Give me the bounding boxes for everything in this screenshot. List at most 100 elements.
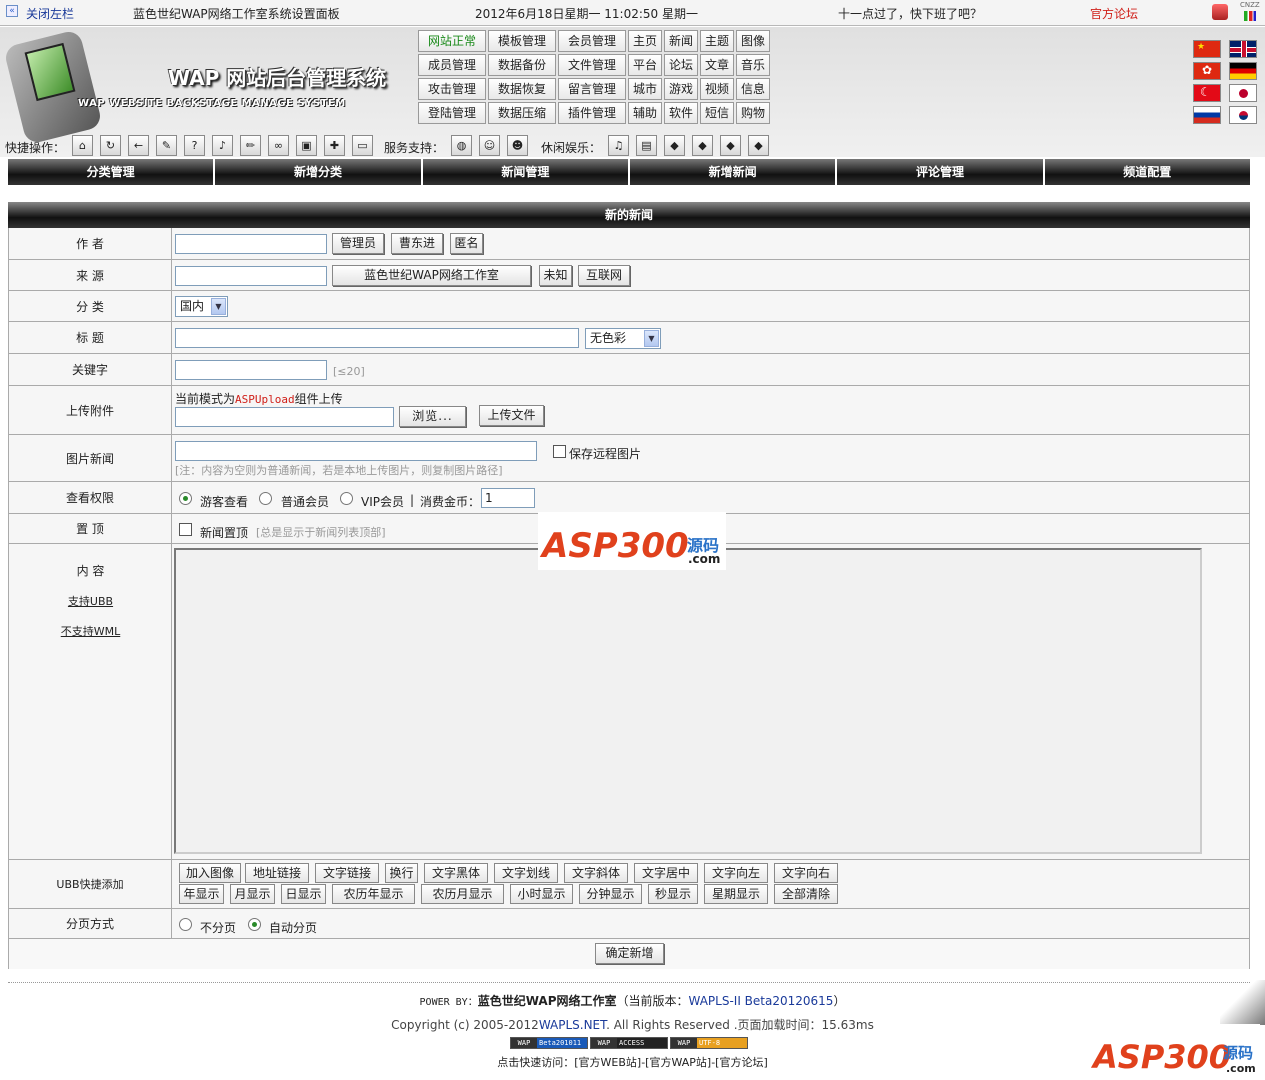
source-studio-button[interactable]: 蓝色世纪WAP网络工作室 <box>332 265 531 286</box>
flag-jp-icon[interactable] <box>1229 84 1257 102</box>
game2-icon[interactable]: ◆ <box>692 135 713 156</box>
menu-item[interactable]: 城市 <box>628 78 662 100</box>
tab-item[interactable]: 分类管理 <box>8 159 214 185</box>
category-select[interactable]: 国内 ▼ <box>175 296 228 317</box>
menu-item[interactable]: 信息 <box>736 78 770 100</box>
user2-icon[interactable]: ☻ <box>507 135 528 156</box>
ubb-button[interactable]: 地址链接 <box>245 863 309 883</box>
menu-item[interactable]: 插件管理 <box>558 102 626 124</box>
tab-item[interactable]: 频道配置 <box>1044 159 1250 185</box>
menu-item[interactable]: 模板管理 <box>488 30 556 52</box>
author-anon-button[interactable]: 匿名 <box>450 233 483 254</box>
menu-item[interactable]: 主页 <box>628 30 662 52</box>
menu-item[interactable]: 登陆管理 <box>418 102 486 124</box>
ubb-button[interactable]: 全部清除 <box>774 884 838 904</box>
collapse-icon[interactable]: « <box>6 5 18 17</box>
submit-button[interactable]: 确定新增 <box>595 943 664 964</box>
keywords-input[interactable] <box>175 360 327 380</box>
menu-item[interactable]: 留言管理 <box>558 78 626 100</box>
ubb-button[interactable]: 文字向右 <box>774 863 838 883</box>
source-unknown-button[interactable]: 未知 <box>539 265 572 286</box>
author-name-button[interactable]: 曹东进 <box>391 233 443 254</box>
menu-item[interactable]: 文件管理 <box>558 54 626 76</box>
menu-item[interactable]: 论坛 <box>664 54 698 76</box>
menu-item[interactable]: 平台 <box>628 54 662 76</box>
home-icon[interactable]: ⌂ <box>72 135 93 156</box>
close-left-link[interactable]: 关闭左栏 <box>26 5 74 22</box>
menu-item[interactable]: 成员管理 <box>418 54 486 76</box>
game1-icon[interactable]: ◆ <box>664 135 685 156</box>
version-link[interactable]: WAPLS-II Beta20120615 <box>689 994 834 1008</box>
ubb-button[interactable]: 日显示 <box>281 884 326 904</box>
menu-item[interactable]: 数据压缩 <box>488 102 556 124</box>
browse-button[interactable]: 浏览... <box>399 406 466 427</box>
flag-tr-icon[interactable]: ☾ <box>1193 84 1221 102</box>
menu-item[interactable]: 会员管理 <box>558 30 626 52</box>
tab-item[interactable]: 新闻管理 <box>422 159 628 185</box>
title-color-select[interactable]: 无色彩 ▼ <box>585 328 661 349</box>
home-icon[interactable] <box>1212 4 1228 20</box>
refresh-icon[interactable]: ↻ <box>100 135 121 156</box>
ubb-button[interactable]: 文字向左 <box>704 863 768 883</box>
footer-badge[interactable]: WAP Beta201011 <box>510 1037 588 1049</box>
upload-file-button[interactable]: 上传文件 <box>479 405 544 426</box>
box-icon[interactable]: ▣ <box>296 135 317 156</box>
perm-vip-radio[interactable] <box>340 492 353 505</box>
menu-item[interactable]: 视频 <box>700 78 734 100</box>
game3-icon[interactable]: ◆ <box>720 135 741 156</box>
ubb-button[interactable]: 年显示 <box>179 884 224 904</box>
content-textarea[interactable] <box>174 548 1202 854</box>
menu-item[interactable]: 数据恢复 <box>488 78 556 100</box>
title-input[interactable] <box>175 328 579 348</box>
menu-item[interactable]: 攻击管理 <box>418 78 486 100</box>
flag-cn-icon[interactable]: ★ <box>1193 40 1221 58</box>
globe-icon[interactable]: ◍ <box>451 135 472 156</box>
tab-item[interactable]: 新增分类 <box>215 159 421 185</box>
ubb-button[interactable]: 加入图像 <box>179 863 241 883</box>
flag-de-icon[interactable] <box>1229 62 1257 80</box>
menu-item[interactable]: 游戏 <box>664 78 698 100</box>
image-url-input[interactable] <box>175 441 537 461</box>
ubb-button[interactable]: 文字居中 <box>634 863 698 883</box>
perm-guest-radio[interactable] <box>179 492 192 505</box>
cnzz-label[interactable]: CNZZ <box>1240 1 1260 9</box>
window-icon[interactable]: ▭ <box>352 135 373 156</box>
help-icon[interactable]: ? <box>184 135 205 156</box>
flag-hk-icon[interactable]: ✿ <box>1193 62 1221 80</box>
ubb-button[interactable]: 秒显示 <box>648 884 698 904</box>
link-icon[interactable]: ∞ <box>268 135 289 156</box>
author-input[interactable] <box>175 234 327 254</box>
menu-item[interactable]: 购物 <box>736 102 770 124</box>
sound-icon[interactable]: ♪ <box>212 135 233 156</box>
ubb-button[interactable]: 文字斜体 <box>564 863 628 883</box>
top-checkbox[interactable] <box>179 523 192 536</box>
author-admin-button[interactable]: 管理员 <box>332 233 384 254</box>
ubb-button[interactable]: 文字划线 <box>494 863 558 883</box>
menu-item[interactable]: 主题 <box>700 30 734 52</box>
ubb-button[interactable]: 文字链接 <box>315 863 379 883</box>
menu-item[interactable]: 短信 <box>700 102 734 124</box>
perm-member-radio[interactable] <box>259 492 272 505</box>
ubb-button[interactable]: 分钟显示 <box>579 884 642 904</box>
flag-gb-icon[interactable] <box>1229 40 1257 58</box>
game4-icon[interactable]: ◆ <box>748 135 769 156</box>
paging-auto-radio[interactable] <box>248 918 261 931</box>
ubb-support-link[interactable]: 支持UBB <box>9 593 172 609</box>
user-icon[interactable]: ☺ <box>479 135 500 156</box>
ubb-button[interactable]: 文字黑体 <box>424 863 488 883</box>
stats-icon[interactable] <box>1244 11 1256 21</box>
footer-quick-visit[interactable]: 点击快速访问：[官方WEB站]-[官方WAP站]-[官方论坛] <box>0 1054 1265 1070</box>
upload-file-input[interactable] <box>175 407 394 427</box>
ubb-button[interactable]: 换行 <box>385 863 418 883</box>
menu-item[interactable]: 文章 <box>700 54 734 76</box>
ubb-button[interactable]: 月显示 <box>230 884 275 904</box>
save-remote-checkbox[interactable] <box>553 445 566 458</box>
tab-item[interactable]: 新增新闻 <box>629 159 836 185</box>
pen-icon[interactable]: ✎ <box>156 135 177 156</box>
pencil-icon[interactable]: ✏ <box>240 135 261 156</box>
coin-input[interactable]: 1 <box>481 488 535 508</box>
flag-ru-icon[interactable] <box>1193 106 1221 124</box>
ubb-button[interactable]: 农历月显示 <box>421 884 504 904</box>
tab-item[interactable]: 评论管理 <box>837 159 1043 185</box>
menu-item[interactable]: 辅助 <box>628 102 662 124</box>
